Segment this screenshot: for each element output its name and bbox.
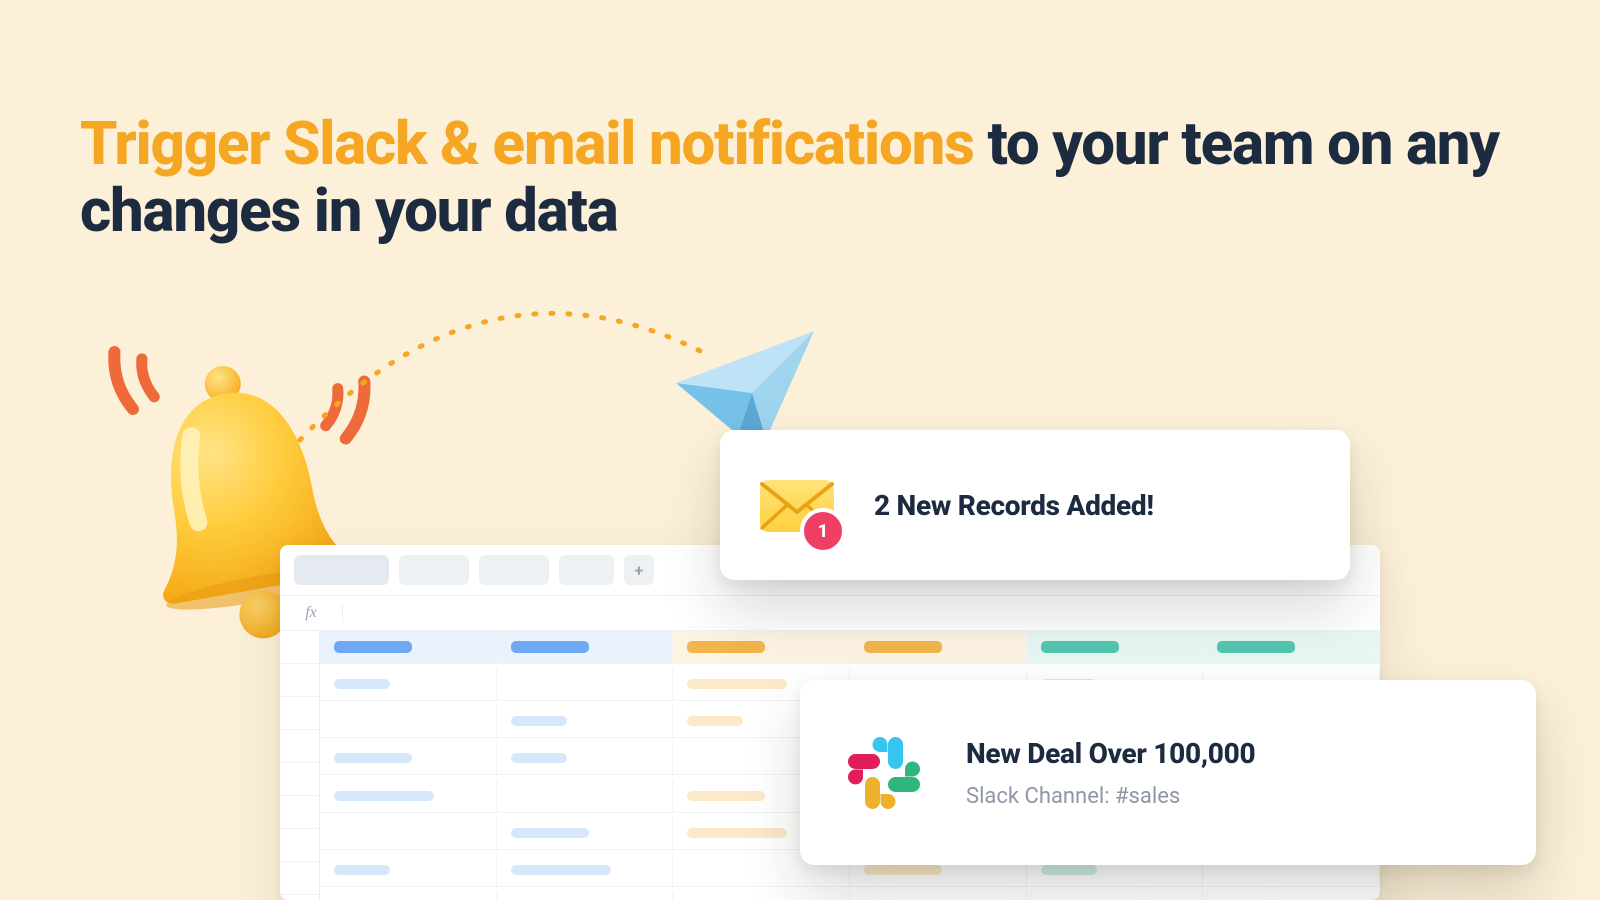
sheet-tab[interactable] (559, 555, 614, 585)
sheet-tab[interactable] (294, 555, 389, 585)
sheet-tab[interactable] (479, 555, 549, 585)
hero-headline: Trigger Slack & email notifications to y… (80, 110, 1520, 244)
formula-bar[interactable]: fx (280, 595, 1380, 631)
email-notification-card: 1 2 New Records Added! (720, 430, 1350, 580)
sheet-new-tab-button[interactable]: + (624, 555, 654, 585)
slack-notification-card: New Deal Over 100,000 Slack Channel: #sa… (800, 680, 1536, 865)
envelope-icon: 1 (754, 462, 840, 548)
headline-accent: Trigger Slack & email notifications (80, 108, 974, 179)
fx-label: fx (280, 604, 343, 622)
slack-card-subtitle: Slack Channel: #sales (966, 784, 1255, 809)
slack-icon (836, 725, 932, 821)
paper-plane-icon (668, 323, 818, 443)
email-card-title: 2 New Records Added! (874, 489, 1154, 522)
row-gutter (280, 631, 320, 900)
sheet-tab[interactable] (399, 555, 469, 585)
slack-card-title: New Deal Over 100,000 (966, 737, 1255, 770)
notification-count-badge: 1 (800, 508, 846, 554)
